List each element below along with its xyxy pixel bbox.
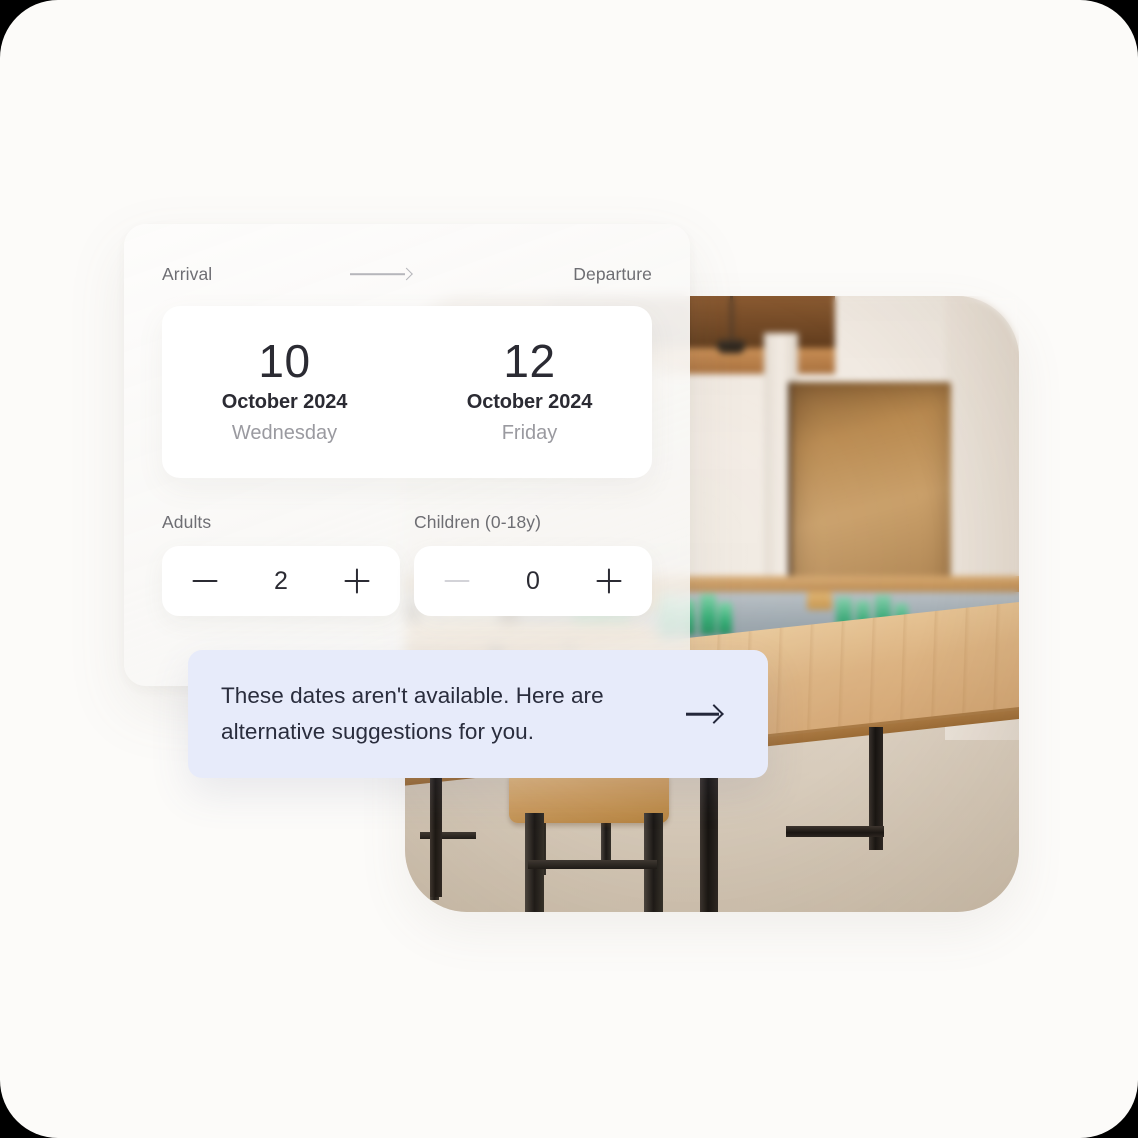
departure-label: Departure [573, 263, 652, 284]
arrow-shaft [349, 273, 405, 275]
arrow-right-icon[interactable] [683, 693, 725, 735]
availability-alert-banner[interactable]: These dates aren't available. Here are a… [188, 650, 768, 778]
children-value: 0 [526, 566, 540, 595]
departure-month-year: October 2024 [466, 391, 593, 414]
arrival-day-number: 10 [258, 334, 311, 387]
children-increment-button[interactable] [592, 564, 626, 598]
adults-increment-button[interactable] [340, 564, 374, 598]
arrival-label: Arrival [162, 263, 213, 284]
children-decrement-button[interactable] [440, 564, 474, 598]
adults-stepper[interactable]: 2 [162, 546, 400, 616]
photo-bar-stool-rail [527, 859, 657, 870]
arrow-right-icon [349, 267, 413, 281]
booking-panel: Arrival Departure 10 October 2024 Wednes… [124, 224, 690, 686]
photo-pendant-fixture [716, 340, 745, 354]
adults-group: Adults 2 [162, 512, 400, 616]
date-range-card[interactable]: 10 October 2024 Wednesday 12 October 202… [162, 306, 652, 478]
arrow-head [399, 267, 413, 281]
availability-alert-message: These dates aren't available. Here are a… [221, 682, 604, 744]
arrival-month-year: October 2024 [221, 391, 348, 414]
photo-bottle [718, 601, 732, 635]
adults-label: Adults [162, 512, 212, 532]
arrival-date-field[interactable]: 10 October 2024 Wednesday [162, 306, 407, 478]
departure-weekday: Friday [501, 422, 558, 445]
arrival-weekday: Wednesday [231, 422, 338, 445]
photo-table-pipe-rail [785, 825, 884, 837]
photo-bottle [699, 594, 716, 635]
adults-decrement-button[interactable] [188, 564, 222, 598]
photo-pendant-cord [730, 296, 733, 343]
departure-date-field[interactable]: 12 October 2024 Friday [407, 306, 652, 478]
departure-day-number: 12 [503, 334, 556, 387]
date-range-header: Arrival Departure [162, 262, 652, 286]
screenshot-canvas: Arrival Departure 10 October 2024 Wednes… [0, 0, 1138, 1138]
children-stepper[interactable]: 0 [414, 546, 652, 616]
children-label: Children (0-18y) [414, 512, 542, 532]
photo-mirror-bowl [807, 591, 832, 611]
guests-row: Adults 2 Children (0-18y) 0 [162, 512, 652, 616]
adults-value: 2 [274, 566, 288, 595]
arrow-head [704, 704, 724, 724]
children-group: Children (0-18y) 0 [414, 512, 652, 616]
